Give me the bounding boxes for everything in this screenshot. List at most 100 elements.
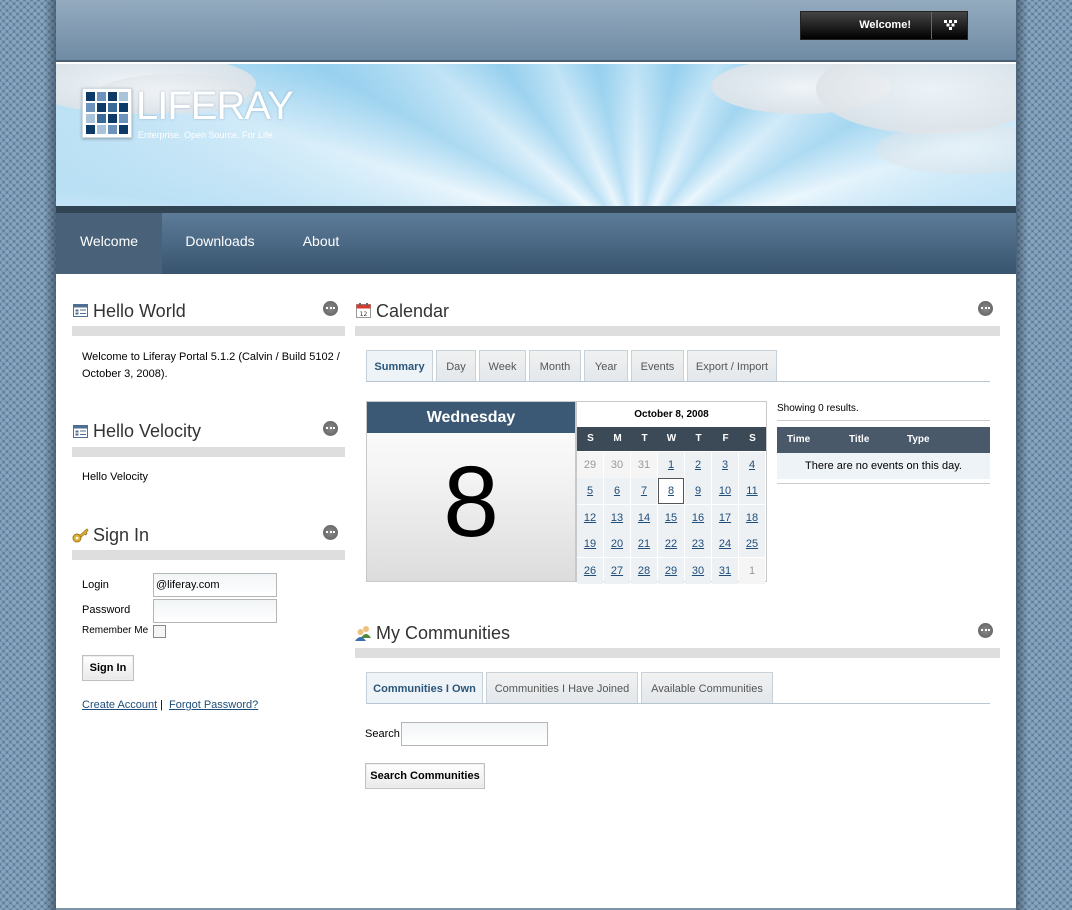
calendar-day-cell[interactable]: 6 xyxy=(604,478,630,505)
tab-communities-i-own[interactable]: Communities I Own xyxy=(366,672,483,704)
dock-grid-icon xyxy=(944,20,957,30)
calendar-day-cell[interactable]: 15 xyxy=(658,504,684,531)
tab-export-import[interactable]: Export / Import xyxy=(687,350,777,382)
sign-in-bar xyxy=(72,550,345,560)
calendar-day-cell: 31 xyxy=(631,452,657,478)
calendar-day-cell[interactable]: 18 xyxy=(739,504,765,531)
search-communities-button[interactable]: Search Communities xyxy=(365,763,485,789)
calendar-day-cell[interactable]: 30 xyxy=(685,557,711,584)
calendar-day-cell[interactable]: 23 xyxy=(685,531,711,558)
community-search-input[interactable] xyxy=(401,722,548,746)
calendar-day-cell[interactable]: 13 xyxy=(604,504,630,531)
events-divider xyxy=(777,483,990,484)
tab-month[interactable]: Month xyxy=(529,350,581,382)
hello-world-options-icon[interactable] xyxy=(323,301,338,316)
remember-me-label: Remember Me xyxy=(82,625,149,636)
tab-communities-i-have-joined[interactable]: Communities I Have Joined xyxy=(486,672,638,704)
calendar-day-cell[interactable]: 29 xyxy=(658,557,684,584)
calendar-day-cell[interactable]: 26 xyxy=(577,557,603,584)
mini-calendar: October 8, 2008 S M T W T F S 29 30 31 1 2 3 4… xyxy=(576,401,767,584)
community-search-label: Search xyxy=(365,728,400,740)
key-icon xyxy=(72,528,89,543)
weekday-header: S xyxy=(587,433,594,444)
calendar-options-icon[interactable] xyxy=(978,301,993,316)
tab-day[interactable]: Day xyxy=(436,350,476,382)
liferay-logo: LIFERAY Enterprise. Open Source. For Lif… xyxy=(82,84,294,144)
svg-text:12: 12 xyxy=(360,311,368,318)
dock-welcome-label[interactable]: Welcome! xyxy=(801,12,931,39)
link-separator: | xyxy=(160,699,163,711)
weekday-header: M xyxy=(613,433,622,444)
mini-calendar-title: October 8, 2008 xyxy=(634,409,709,420)
calendar-day-cell[interactable]: 1 xyxy=(658,452,684,478)
communities-icon xyxy=(355,626,371,641)
tab-available-communities[interactable]: Available Communities xyxy=(641,672,773,704)
password-label: Password xyxy=(82,604,131,616)
calendar-day-cell[interactable]: 31 xyxy=(712,557,738,584)
calendar-day-cell[interactable]: 24 xyxy=(712,531,738,558)
logo-tagline: Enterprise. Open Source. For Life. xyxy=(138,130,276,140)
calendar-day-cell[interactable]: 2 xyxy=(685,452,711,478)
nav-item-welcome[interactable]: Welcome xyxy=(56,213,162,274)
tab-year[interactable]: Year xyxy=(584,350,628,382)
calendar-day-cell[interactable]: 11 xyxy=(739,478,765,505)
nav-item-downloads[interactable]: Downloads xyxy=(162,213,278,274)
calendar-day-cell[interactable]: 9 xyxy=(685,478,711,505)
events-table-header: Time Title Type xyxy=(777,427,990,453)
calendar-day-cell[interactable]: 8 xyxy=(658,478,684,505)
calendar-day-cell[interactable]: 14 xyxy=(631,504,657,531)
calendar-day-cell[interactable]: 3 xyxy=(712,452,738,478)
dock-menu-toggle[interactable] xyxy=(932,12,968,39)
calendar-day-cell[interactable]: 16 xyxy=(685,504,711,531)
left-page-shadow xyxy=(44,0,56,910)
calendar-title: Calendar xyxy=(376,301,450,321)
calendar-day-cell[interactable]: 12 xyxy=(577,504,603,531)
calendar-day-cell[interactable]: 10 xyxy=(712,478,738,505)
portlet-icon xyxy=(73,304,88,317)
forgot-password-link[interactable]: Forgot Password? xyxy=(169,699,258,711)
day-display: Wednesday 8 xyxy=(366,401,576,582)
calendar-day-cell[interactable]: 19 xyxy=(577,531,603,558)
calendar-day-cell[interactable]: 21 xyxy=(631,531,657,558)
communities-title: My Communities xyxy=(376,623,511,643)
main-navigation: Welcome Downloads About xyxy=(56,213,1016,274)
right-page-shadow xyxy=(1016,0,1028,910)
calendar-day-cell[interactable]: 7 xyxy=(631,478,657,505)
sign-in-options-icon[interactable] xyxy=(323,525,338,540)
calendar-day-cell[interactable]: 28 xyxy=(631,557,657,584)
calendar-day-cell[interactable]: 25 xyxy=(739,531,765,558)
tab-summary[interactable]: Summary xyxy=(366,350,433,382)
calendar-day-cell[interactable]: 4 xyxy=(739,452,765,478)
results-divider xyxy=(777,420,990,421)
column-header: Time xyxy=(787,434,811,445)
hello-velocity-bar xyxy=(72,447,345,457)
calendar-day-cell[interactable]: 5 xyxy=(577,478,603,505)
login-input[interactable] xyxy=(153,573,277,597)
create-account-link[interactable]: Create Account xyxy=(82,699,157,711)
hello-velocity-options-icon[interactable] xyxy=(323,421,338,436)
top-bar: Welcome! xyxy=(56,0,1016,62)
hello-velocity-body: Hello Velocity xyxy=(82,471,149,483)
tab-week[interactable]: Week xyxy=(479,350,526,382)
calendar-day-cell[interactable]: 22 xyxy=(658,531,684,558)
calendar-day-cell[interactable]: 27 xyxy=(604,557,630,584)
column-header: Type xyxy=(907,434,930,445)
tab-events[interactable]: Events xyxy=(631,350,684,382)
dock[interactable]: Welcome! xyxy=(800,11,968,40)
empty-events-message: There are no events on this day. xyxy=(777,453,990,479)
weekday-header-row: S M T W T F S xyxy=(577,427,766,451)
calendar-day-cell[interactable]: 20 xyxy=(604,531,630,558)
password-input[interactable] xyxy=(153,599,277,623)
communities-options-icon[interactable] xyxy=(978,623,993,638)
calendar-day-cell: 1 xyxy=(739,557,765,584)
logo-text: LIFERAY xyxy=(136,84,294,128)
remember-me-checkbox[interactable] xyxy=(153,625,166,638)
calendar-day-cell: 29 xyxy=(577,452,603,478)
calendar-day-cell[interactable]: 17 xyxy=(712,504,738,531)
results-count: Showing 0 results. xyxy=(777,403,859,414)
nav-item-about[interactable]: About xyxy=(278,213,364,274)
hello-world-body: Welcome to Liferay Portal 5.1.2 (Calvin … xyxy=(82,351,340,380)
sign-in-button[interactable]: Sign In xyxy=(82,655,134,681)
banner: LIFERAY Enterprise. Open Source. For Lif… xyxy=(56,64,1016,206)
calendar-bar xyxy=(355,326,1000,336)
